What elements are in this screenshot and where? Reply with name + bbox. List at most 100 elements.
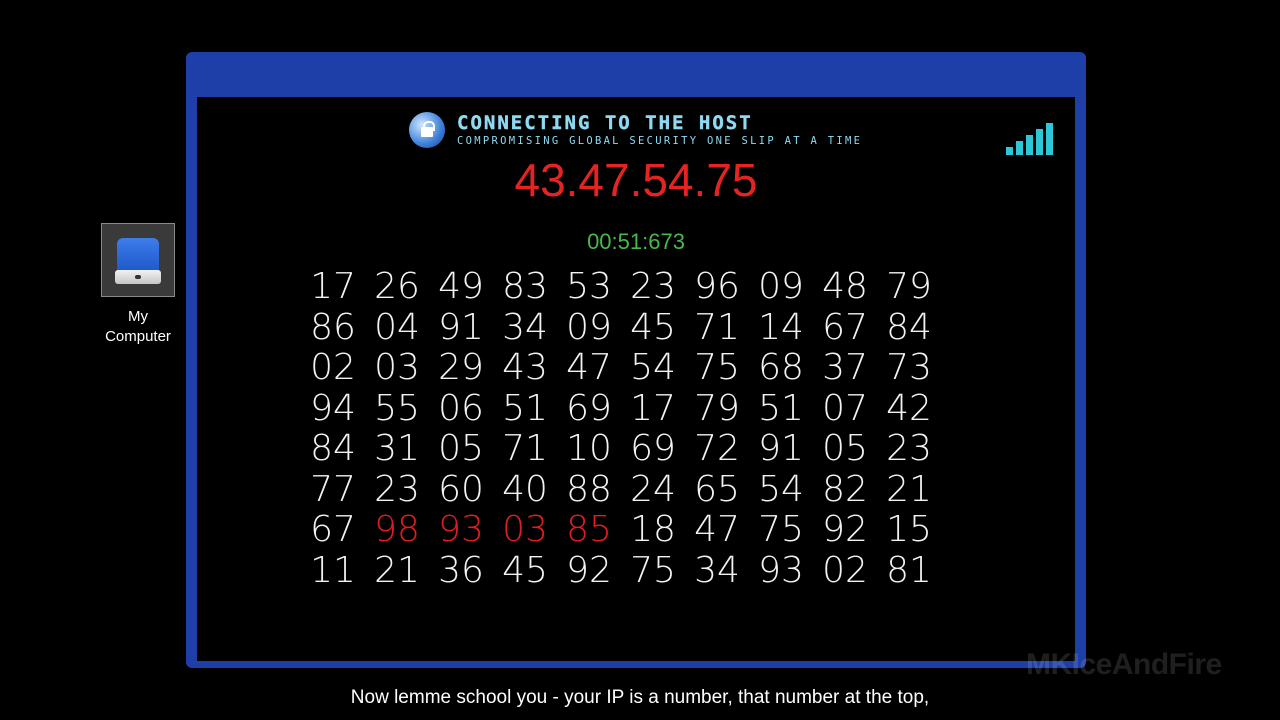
signal-bar (1026, 135, 1033, 155)
grid-number[interactable]: 93 (749, 550, 813, 592)
grid-number[interactable]: 75 (685, 348, 749, 389)
grid-number[interactable]: 54 (749, 469, 813, 511)
grid-number[interactable]: 71 (493, 429, 557, 470)
grid-number[interactable]: 48 (813, 267, 877, 308)
grid-number[interactable]: 79 (877, 267, 941, 308)
grid-number[interactable]: 03 (493, 510, 557, 551)
grid-number[interactable]: 21 (365, 550, 429, 592)
grid-number[interactable]: 60 (429, 469, 493, 511)
grid-number[interactable]: 23 (365, 469, 429, 511)
grid-number[interactable]: 84 (877, 307, 941, 349)
hacking-window: CONNECTING TO THE HOST COMPROMISING GLOB… (186, 52, 1086, 668)
signal-bar (1036, 129, 1043, 155)
grid-number[interactable]: 86 (301, 307, 365, 349)
grid-number[interactable]: 24 (621, 469, 685, 511)
grid-number[interactable]: 67 (813, 307, 877, 349)
grid-number[interactable]: 55 (365, 388, 429, 430)
desktop-icon-my-computer[interactable]: My Computer (98, 223, 178, 347)
header: CONNECTING TO THE HOST COMPROMISING GLOB… (409, 110, 862, 150)
grid-number[interactable]: 65 (685, 469, 749, 511)
signal-bar (1006, 147, 1013, 155)
desktop-icon-label: My Computer (98, 307, 178, 347)
grid-number[interactable]: 49 (429, 267, 493, 308)
signal-strength-icon (1006, 123, 1058, 155)
grid-number[interactable]: 91 (749, 429, 813, 470)
countdown-timer: 00:51:673 (587, 229, 685, 254)
header-title: CONNECTING TO THE HOST (457, 112, 753, 134)
grid-number[interactable]: 98 (365, 510, 429, 551)
grid-number[interactable]: 26 (365, 267, 429, 308)
grid-number[interactable]: 54 (621, 348, 685, 389)
subtitle-caption: Now lemme school you - your IP is a numb… (350, 687, 930, 708)
hacking-screen: CONNECTING TO THE HOST COMPROMISING GLOB… (197, 97, 1075, 661)
grid-number[interactable]: 93 (429, 510, 493, 551)
grid-number[interactable]: 47 (685, 510, 749, 551)
grid-number[interactable]: 72 (685, 429, 749, 470)
grid-number[interactable]: 43 (493, 348, 557, 389)
grid-number[interactable]: 82 (813, 469, 877, 511)
grid-number[interactable]: 88 (557, 469, 621, 511)
grid-number[interactable]: 92 (557, 550, 621, 592)
grid-number[interactable]: 23 (621, 267, 685, 308)
desktop-icon-label-line2: Computer (105, 328, 171, 345)
target-ip: 43.47.54.75 (514, 154, 758, 206)
grid-number[interactable]: 17 (301, 267, 365, 308)
grid-number[interactable]: 14 (749, 307, 813, 349)
grid-number[interactable]: 92 (813, 510, 877, 551)
grid-number[interactable]: 69 (557, 388, 621, 430)
grid-number[interactable]: 23 (877, 429, 941, 470)
grid-number[interactable]: 96 (685, 267, 749, 308)
grid-number[interactable]: 94 (301, 388, 365, 430)
grid-number[interactable]: 42 (877, 388, 941, 430)
grid-number[interactable]: 31 (365, 429, 429, 470)
grid-number[interactable]: 17 (621, 388, 685, 430)
grid-number[interactable]: 02 (301, 348, 365, 389)
grid-number[interactable]: 75 (621, 550, 685, 592)
grid-number[interactable]: 75 (749, 510, 813, 551)
grid-number[interactable]: 73 (877, 348, 941, 389)
grid-number[interactable]: 03 (365, 348, 429, 389)
desktop-icon-label-line1: My (128, 308, 148, 325)
grid-number[interactable]: 02 (813, 550, 877, 592)
grid-number[interactable]: 68 (749, 348, 813, 389)
grid-number[interactable]: 81 (877, 550, 941, 592)
grid-number[interactable]: 45 (493, 550, 557, 592)
grid-number[interactable]: 84 (301, 429, 365, 470)
globe-lock-icon (409, 112, 445, 148)
grid-number[interactable]: 51 (493, 388, 557, 430)
watermark: MKIceAndFire (1026, 648, 1222, 681)
grid-number[interactable]: 29 (429, 348, 493, 389)
grid-number[interactable]: 21 (877, 469, 941, 511)
grid-number[interactable]: 67 (301, 510, 365, 551)
grid-number[interactable]: 15 (877, 510, 941, 551)
grid-number[interactable]: 05 (429, 429, 493, 470)
grid-number[interactable]: 37 (813, 348, 877, 389)
grid-number[interactable]: 06 (429, 388, 493, 430)
grid-number[interactable]: 05 (813, 429, 877, 470)
grid-number[interactable]: 91 (429, 307, 493, 349)
grid-number[interactable]: 36 (429, 550, 493, 592)
number-grid[interactable]: 17 26 49 83 53 23 96 09 48 79 86 04 91 34 09 45 71 14 67 84… (301, 267, 941, 591)
grid-number[interactable]: 40 (493, 469, 557, 511)
grid-number[interactable]: 45 (621, 307, 685, 349)
grid-number[interactable]: 69 (621, 429, 685, 470)
grid-number[interactable]: 79 (685, 388, 749, 430)
grid-number[interactable]: 53 (557, 267, 621, 308)
grid-number[interactable]: 18 (621, 510, 685, 551)
signal-bar (1046, 123, 1053, 155)
grid-number[interactable]: 09 (557, 307, 621, 349)
grid-number[interactable]: 04 (365, 307, 429, 349)
drive-icon[interactable] (101, 223, 175, 297)
grid-number[interactable]: 47 (557, 348, 621, 389)
grid-number[interactable]: 77 (301, 469, 365, 511)
grid-number[interactable]: 51 (749, 388, 813, 430)
grid-number[interactable]: 09 (749, 267, 813, 308)
grid-number[interactable]: 85 (557, 510, 621, 551)
grid-number[interactable]: 11 (301, 550, 365, 592)
grid-number[interactable]: 07 (813, 388, 877, 430)
grid-number[interactable]: 83 (493, 267, 557, 308)
grid-number[interactable]: 71 (685, 307, 749, 349)
grid-number[interactable]: 10 (557, 429, 621, 470)
grid-number[interactable]: 34 (685, 550, 749, 592)
grid-number[interactable]: 34 (493, 307, 557, 349)
